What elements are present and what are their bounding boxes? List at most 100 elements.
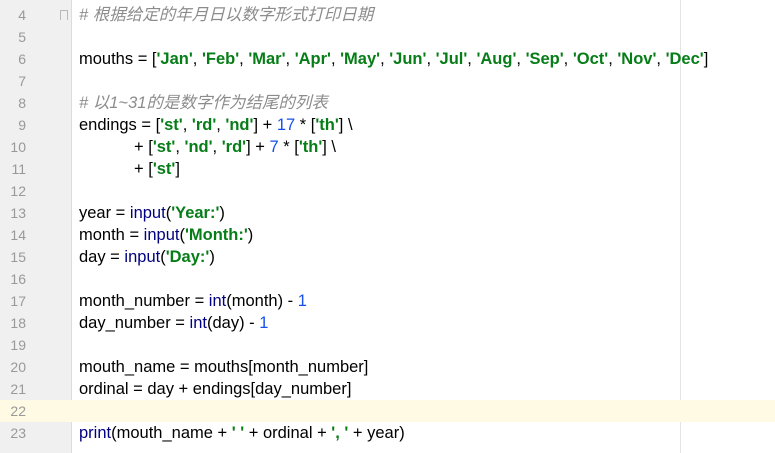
code-line[interactable]: 16 bbox=[0, 268, 775, 290]
code-token-builtin: int bbox=[189, 314, 207, 332]
code-token-str: 'May' bbox=[340, 50, 381, 68]
code-token-plain: month_number = bbox=[79, 292, 209, 310]
code-token-num: 7 bbox=[269, 138, 279, 156]
code-token-str: 'Mar' bbox=[248, 50, 286, 68]
code-editor[interactable]: 4 # 根据给定的年月日以数字形式打印日期 5 6 mouths = ['Jan', '… bbox=[0, 0, 775, 453]
fold-marker-icon[interactable] bbox=[60, 10, 68, 20]
code-token-plain: day_number = bbox=[79, 314, 190, 332]
code-token-str: 'th' bbox=[315, 116, 339, 134]
code-text[interactable]: # 根据给定的年月日以数字形式打印日期 bbox=[79, 4, 373, 26]
code-token-plain: + year) bbox=[348, 424, 405, 442]
code-token-plain: ] \ bbox=[338, 116, 353, 134]
code-token-plain: ] bbox=[175, 160, 180, 178]
line-number: 20 bbox=[10, 359, 26, 375]
code-token-plain: , bbox=[330, 50, 341, 68]
code-text[interactable]: day = input('Day:') bbox=[79, 246, 215, 268]
code-text[interactable]: endings = ['st', 'rd', 'nd'] + 17 * ['th… bbox=[79, 114, 353, 136]
code-token-plain: month = bbox=[79, 226, 144, 244]
code-token-plain: + [ bbox=[79, 138, 153, 156]
code-token-str: 'st' bbox=[152, 138, 176, 156]
line-number: 9 bbox=[18, 117, 26, 133]
code-line[interactable]: 23 print(mouth_name + ' ' + ordinal + ', … bbox=[0, 422, 775, 444]
code-token-builtin: input bbox=[143, 226, 180, 244]
code-text[interactable]: day_number = int(day) - 1 bbox=[79, 312, 268, 334]
code-text[interactable]: + ['st', 'nd', 'rd'] + 7 * ['th'] \ bbox=[79, 136, 336, 158]
code-token-plain: ] \ bbox=[322, 138, 337, 156]
code-token-plain: year = bbox=[79, 204, 130, 222]
code-token-plain: , bbox=[239, 50, 249, 68]
code-token-builtin: input bbox=[124, 248, 161, 266]
code-text[interactable]: mouth_name = mouths[month_number] bbox=[79, 356, 368, 378]
line-number: 17 bbox=[10, 293, 26, 309]
code-token-plain: , bbox=[175, 138, 185, 156]
line-number: 19 bbox=[10, 337, 26, 353]
code-line[interactable]: 11 + ['st'] bbox=[0, 158, 775, 180]
code-token-str: 'rd' bbox=[191, 116, 217, 134]
code-token-plain: , bbox=[656, 50, 666, 68]
code-token-str: 'Day:' bbox=[165, 248, 210, 266]
code-line[interactable]: 17 month_number = int(month) - 1 bbox=[0, 290, 775, 312]
code-token-plain: ] + bbox=[246, 138, 270, 156]
code-text[interactable]: + ['st'] bbox=[79, 158, 180, 180]
code-token-plain: mouth_name = mouths[month_number] bbox=[79, 358, 369, 376]
code-token-plain: , bbox=[608, 50, 618, 68]
code-line[interactable]: 7 bbox=[0, 70, 775, 92]
code-token-str: 'Jul' bbox=[435, 50, 468, 68]
code-token-plain: * [ bbox=[295, 116, 316, 134]
code-line[interactable]: 8 # 以1~31的是数字作为结尾的列表 bbox=[0, 92, 775, 114]
code-line[interactable]: 20 mouth_name = mouths[month_number] bbox=[0, 356, 775, 378]
code-token-builtin: input bbox=[129, 204, 166, 222]
code-line[interactable]: 12 bbox=[0, 180, 775, 202]
code-text[interactable]: mouths = ['Jan', 'Feb', 'Mar', 'Apr', 'M… bbox=[79, 48, 708, 70]
code-token-plain: , bbox=[182, 116, 192, 134]
code-token-num: 1 bbox=[297, 292, 307, 310]
code-token-comment: # 根据给定的年月日以数字形式打印日期 bbox=[79, 6, 374, 24]
line-number: 7 bbox=[18, 73, 26, 89]
code-token-plain: , bbox=[285, 50, 295, 68]
line-number: 13 bbox=[10, 205, 26, 221]
line-number: 21 bbox=[10, 381, 26, 397]
code-line[interactable]: 4 # 根据给定的年月日以数字形式打印日期 bbox=[0, 4, 775, 26]
line-number: 11 bbox=[11, 161, 26, 177]
code-token-plain: , bbox=[426, 50, 436, 68]
code-token-str: 'st' bbox=[152, 160, 176, 178]
code-text[interactable]: year = input('Year:') bbox=[79, 202, 225, 224]
code-line[interactable]: 9 endings = ['st', 'rd', 'nd'] + 17 * ['t… bbox=[0, 114, 775, 136]
code-text[interactable]: ordinal = day + endings[day_number] bbox=[79, 378, 351, 400]
code-token-str: 'th' bbox=[298, 138, 323, 156]
code-text[interactable]: # 以1~31的是数字作为结尾的列表 bbox=[79, 92, 328, 114]
code-token-plain: mouths = [ bbox=[79, 50, 157, 68]
code-token-plain: + [ bbox=[79, 160, 153, 178]
code-token-plain: endings = [ bbox=[79, 116, 161, 134]
code-token-str: 'nd' bbox=[225, 116, 254, 134]
code-token-str: 'Month:' bbox=[184, 226, 248, 244]
code-token-plain: ) bbox=[247, 226, 254, 244]
code-text[interactable]: month = input('Month:') bbox=[79, 224, 253, 246]
code-text[interactable]: month_number = int(month) - 1 bbox=[79, 290, 307, 312]
code-line[interactable]: 13 year = input('Year:') bbox=[0, 202, 775, 224]
code-line[interactable]: 21 ordinal = day + endings[day_number] bbox=[0, 378, 775, 400]
code-token-str: 'st' bbox=[160, 116, 183, 134]
line-number: 22 bbox=[10, 403, 26, 419]
code-token-plain: (month) - bbox=[226, 292, 298, 310]
code-token-str: 'Sep' bbox=[525, 50, 564, 68]
code-token-str: 'Jun' bbox=[389, 50, 427, 68]
code-line[interactable]: 15 day = input('Day:') bbox=[0, 246, 775, 268]
code-token-str: 'nd' bbox=[184, 138, 213, 156]
code-line[interactable]: 14 month = input('Month:') bbox=[0, 224, 775, 246]
code-token-plain: , bbox=[212, 138, 222, 156]
code-line[interactable]: 6 mouths = ['Jan', 'Feb', 'Mar', 'Apr', '… bbox=[0, 48, 775, 70]
code-line[interactable]: 18 day_number = int(day) - 1 bbox=[0, 312, 775, 334]
code-line[interactable]: 10 + ['st', 'nd', 'rd'] + 7 * ['th'] \ bbox=[0, 136, 775, 158]
line-number: 15 bbox=[10, 249, 26, 265]
line-number: 6 bbox=[18, 51, 26, 67]
code-token-plain: ordinal = day + endings[day_number] bbox=[79, 380, 352, 398]
code-token-str: ' ' bbox=[231, 424, 245, 442]
code-text[interactable]: print(mouth_name + ' ' + ordinal + ', ' … bbox=[79, 422, 405, 444]
code-token-plain: , bbox=[192, 50, 202, 68]
code-line-current[interactable]: 22 bbox=[0, 400, 775, 422]
code-token-plain: * [ bbox=[278, 138, 299, 156]
code-line[interactable]: 19 bbox=[0, 334, 775, 356]
code-line[interactable]: 5 bbox=[0, 26, 775, 48]
code-token-plain: (day) - bbox=[206, 314, 260, 332]
